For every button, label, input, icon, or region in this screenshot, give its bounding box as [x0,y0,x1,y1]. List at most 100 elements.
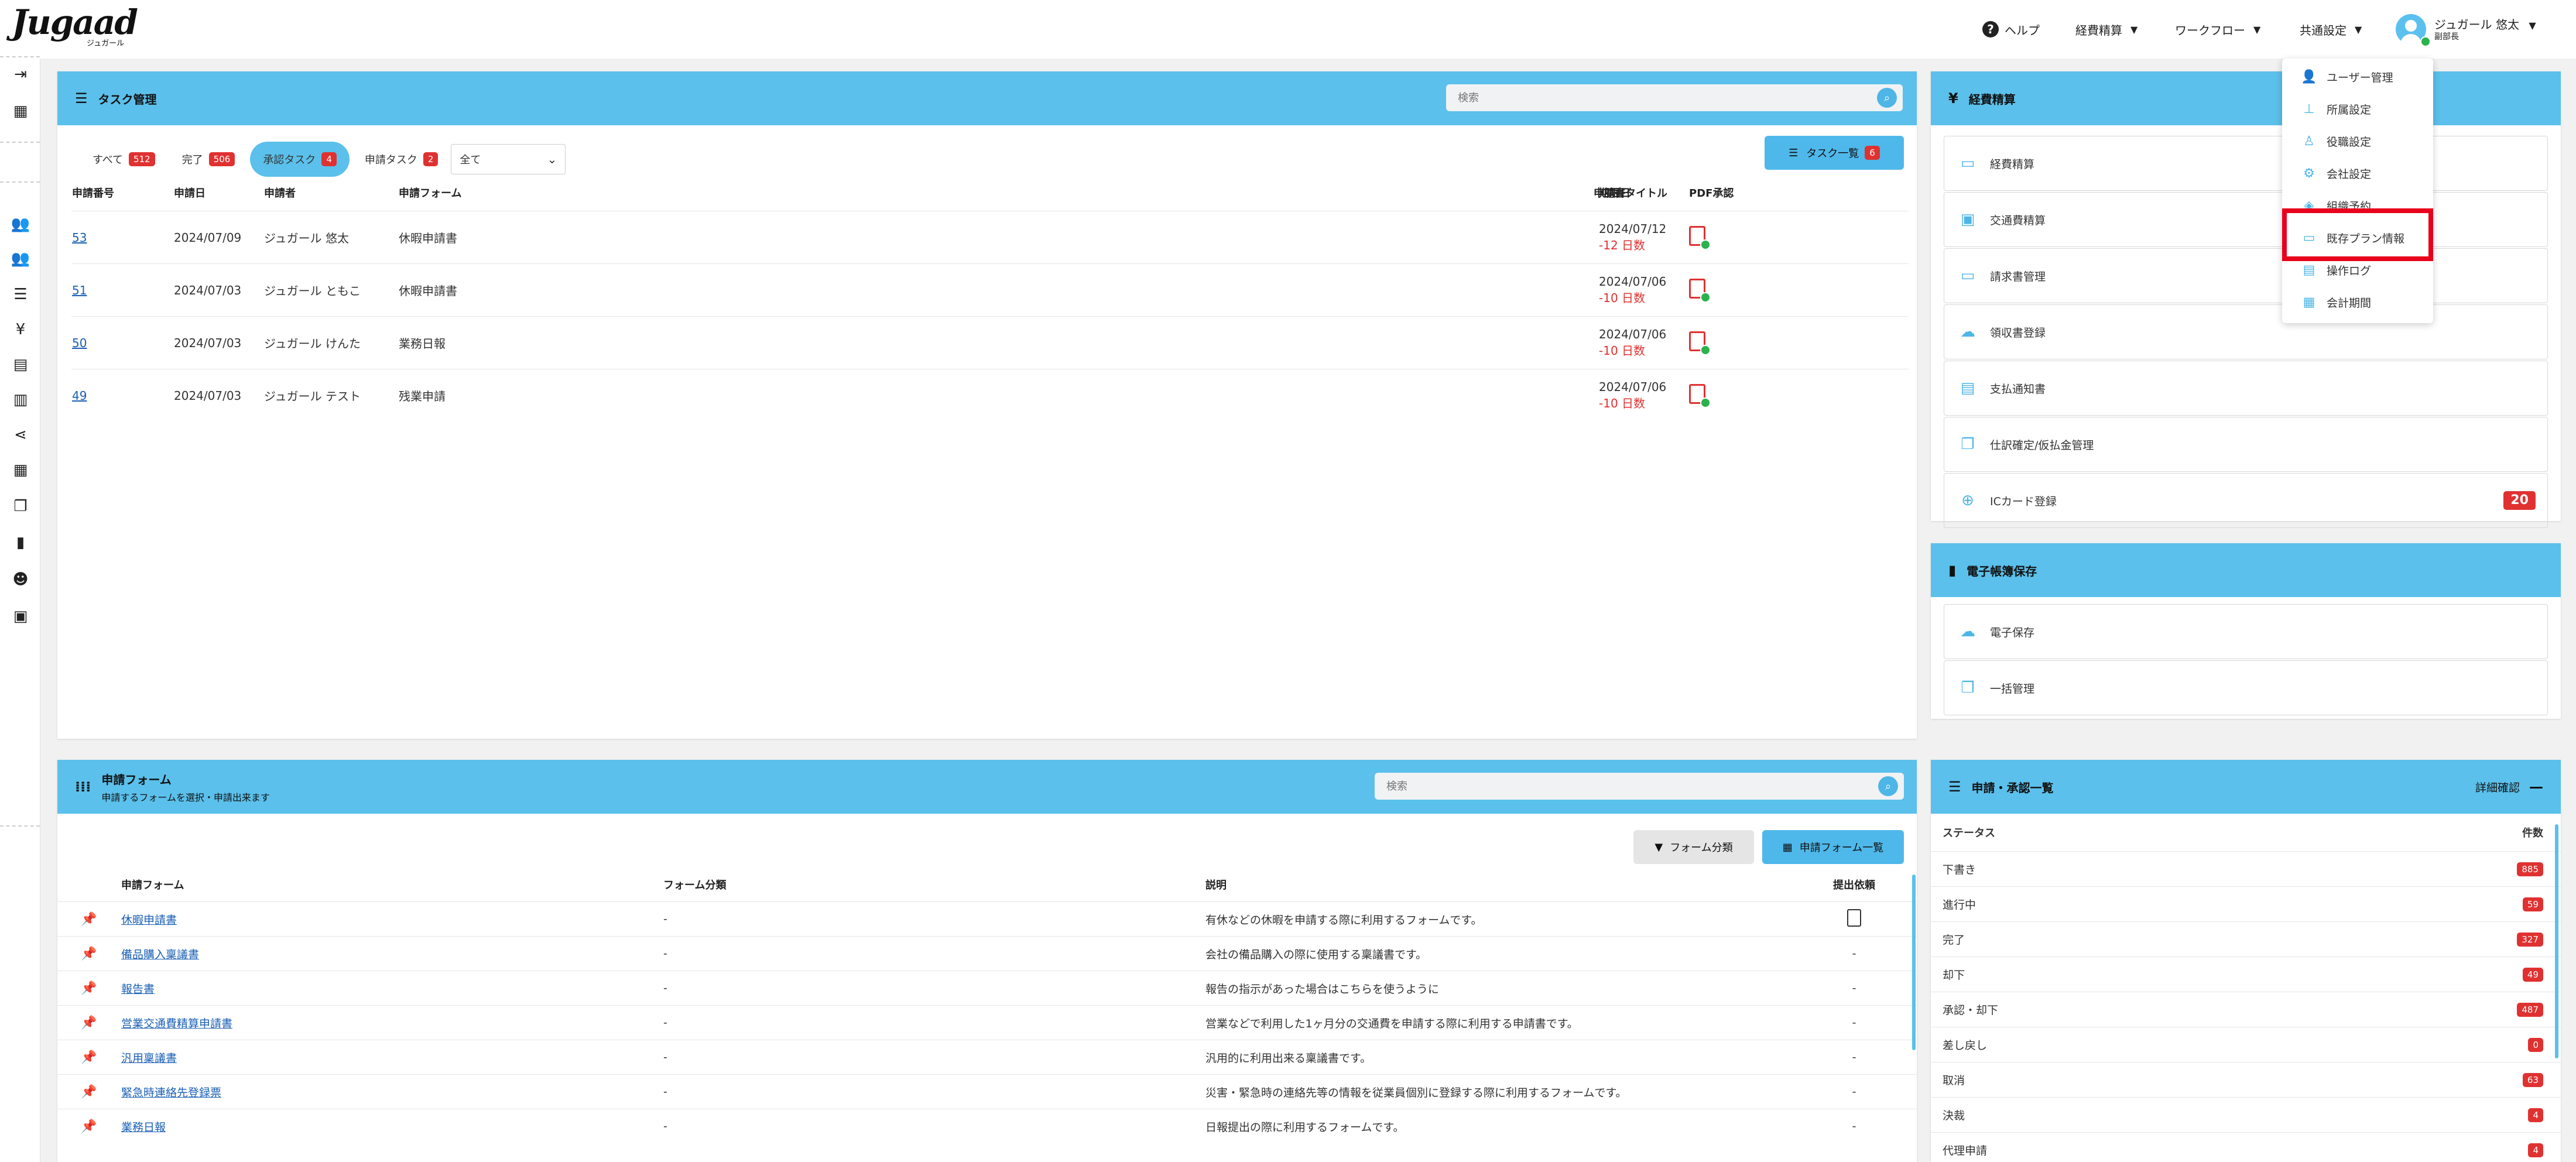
share-icon[interactable]: ⋖ [12,426,29,444]
status-row[interactable]: 下書き 885 [1931,851,2561,886]
status-row[interactable]: 取消 63 [1931,1062,2561,1097]
pin-icon[interactable]: 📌 [81,912,97,927]
form-link[interactable]: 報告書 [121,983,155,996]
form-list-button[interactable]: ▦ 申請フォーム一覧 [1762,830,1904,864]
users-icon[interactable]: 👥 [11,215,30,233]
status-scrollbar[interactable] [2555,824,2558,1058]
card-icon: ▭ [2303,231,2315,245]
search-icon[interactable]: ⌕ [1878,776,1898,796]
status-row[interactable]: 差し戻し 0 [1931,1027,2561,1062]
menu-organization[interactable]: ◈ 組織予約 [2282,190,2433,222]
menu-payment-notice[interactable]: ▤ 支払通知書 [1944,361,2548,416]
copy-icon[interactable]: ❐ [12,498,29,515]
pin-icon[interactable]: 📌 [81,947,97,961]
table-row[interactable]: 50 2024/07/03 ジュガール けんた 業務日報 2024/07/06 -… [71,316,1909,369]
workflow-menu[interactable]: ワークフロー ▼ [2175,16,2260,42]
expense-menu[interactable]: 経費精算 ▼ [2075,16,2137,42]
menu-user-management[interactable]: 👤 ユーザー管理 [2282,61,2433,93]
user-group-icon[interactable]: 👥 [11,250,30,268]
status-row[interactable]: 完了 327 [1931,921,2561,957]
menu-company-settings[interactable]: ⚙ 会社設定 [2282,157,2433,190]
form-link[interactable]: 休暇申請書 [121,914,177,927]
count-badge: 327 [2517,932,2543,947]
pin-icon[interactable]: 📌 [81,1119,97,1134]
form-link[interactable]: 業務日報 [121,1121,166,1134]
pin-icon[interactable]: 📌 [81,981,97,996]
table-row[interactable]: 📌 休暇申請書 - 有休などの休暇を申請する際に利用するフォームです。 [57,902,1917,937]
user-menu[interactable]: ジュガール 悠太 ▼ 副部長 [2396,14,2536,47]
pin-icon[interactable]: 📌 [81,1016,97,1030]
document-icon[interactable]: ▤ [12,356,29,373]
table-scrollbar[interactable] [1912,875,1916,1050]
menu-role-settings[interactable]: ♙ 役職設定 [2282,125,2433,157]
status-row[interactable]: 代理申請 4 [1931,1132,2561,1162]
pdf-approve-icon[interactable] [1689,226,1711,250]
calculator-icon[interactable]: ▦ [12,102,29,120]
collapse-minus-icon[interactable]: — [2529,779,2543,795]
menu-receipt-registration[interactable]: ☁ 領収書登録 [1944,304,2548,359]
menu-operation-log[interactable]: ▤ 操作ログ [2282,254,2433,286]
status-row[interactable]: 決裁 4 [1931,1097,2561,1132]
menu-electronic-storage[interactable]: ☁ 電子保存 [1944,604,2548,659]
status-row[interactable]: 進行中 59 [1931,886,2561,921]
status-row[interactable]: 承認・却下 487 [1931,992,2561,1027]
tab-all[interactable]: すべて 512 [87,152,161,167]
wallet-icon[interactable]: ▣ [12,608,29,625]
task-filter-select[interactable]: 全て ⌄ [451,144,566,174]
menu-accounting-period[interactable]: ▦ 会計期間 [2282,286,2433,318]
table-row[interactable]: 📌 営業交通費精算申請書 - 営業などで利用した1ヶ月分の交通費を申請する際に利… [57,1005,1917,1040]
form-link[interactable]: 営業交通費精算申請書 [121,1017,232,1030]
menu-expense-settlement[interactable]: ▭ 経費精算 [1944,136,2548,191]
table-row[interactable]: 📌 緊急時連絡先登録票 - 災害・緊急時の連絡先等の情報を従業員個別に登録する際… [57,1074,1917,1109]
pdf-approve-icon[interactable] [1689,384,1711,408]
form-link[interactable]: 汎用稟議書 [121,1052,177,1065]
detail-link[interactable]: 詳細確認 [2475,779,2520,795]
pdf-approve-icon[interactable] [1689,279,1711,303]
application-number-link[interactable]: 49 [72,389,87,403]
application-number-link[interactable]: 51 [72,283,87,297]
menu-invoice-management[interactable]: ▭ 請求書管理 [1944,248,2548,303]
expense-panel-header: ¥ 経費精算 [1931,71,2561,125]
table-row[interactable]: 📌 業務日報 - 日報提出の際に利用するフォームです。 - [57,1109,1917,1143]
table-row[interactable]: 49 2024/07/03 ジュガール テスト 残業申請 2024/07/06 -… [71,369,1909,421]
help-menu[interactable]: ? ヘルプ [1982,16,2040,42]
col-header: 申請日 [174,187,205,200]
receipt-icon[interactable]: ▥ [12,391,29,409]
table-row[interactable]: 📌 報告書 - 報告の指示があった場合はこちらを使うように - [57,971,1917,1006]
collapse-icon[interactable]: ⇥ [12,66,29,83]
menu-journal-confirm[interactable]: ❐ 仕訳確定/仮払金管理 [1944,417,2548,472]
common-settings-menu[interactable]: 共通設定 ▼ [2300,16,2362,42]
pin-icon[interactable]: 📌 [81,1050,97,1065]
status-row[interactable]: 却下 49 [1931,957,2561,992]
menu-bulk-management[interactable]: ❐ 一括管理 [1944,660,2548,715]
task-list-button[interactable]: ☰ タスク一覧 6 [1765,136,1904,170]
pin-icon[interactable]: 📌 [81,1085,97,1099]
tab-approval-tasks[interactable]: 承認タスク 4 [250,142,350,177]
form-search-input[interactable] [1375,779,1878,793]
pdf-approve-icon[interactable] [1689,331,1711,355]
yen-icon[interactable]: ¥ [12,321,29,338]
form-link[interactable]: 緊急時連絡先登録票 [121,1086,221,1099]
form-category-button[interactable]: ▼ フォーム分類 [1633,830,1754,864]
application-number-link[interactable]: 53 [72,231,87,245]
menu-affiliation-settings[interactable]: ⊥ 所属設定 [2282,93,2433,125]
form-link[interactable]: 備品購入稟議書 [121,948,199,961]
file-icon[interactable]: ▮ [12,534,29,551]
task-search-input[interactable] [1446,91,1877,105]
submit-request-icon[interactable] [1847,909,1861,927]
table-icon[interactable]: ▦ [12,461,29,479]
menu-transport-expense[interactable]: ▣ 交通費精算 [1944,192,2548,247]
app-logo[interactable]: Jugaad ジュガール [12,5,138,48]
menu-current-plan-info[interactable]: ▭ 既存プラン情報 [2282,222,2433,254]
list-icon[interactable]: ☰ [12,286,29,303]
table-row[interactable]: 53 2024/07/09 ジュガール 悠太 休暇申請書 2024/07/12 -… [71,211,1909,264]
support-icon[interactable]: ☻ [12,571,29,588]
table-row[interactable]: 📌 備品購入稟議書 - 会社の備品購入の際に使用する稟議書です。 - [57,936,1917,971]
tab-completed[interactable]: 完了 506 [176,152,241,167]
search-icon[interactable]: ⌕ [1877,88,1897,108]
application-number-link[interactable]: 50 [72,336,87,350]
tab-application-tasks[interactable]: 申請タスク 2 [359,152,444,167]
table-row[interactable]: 📌 汎用稟議書 - 汎用的に利用出来る稟議書です。 - [57,1040,1917,1075]
table-row[interactable]: 51 2024/07/03 ジュガール ともこ 休暇申請書 2024/07/06… [71,263,1909,317]
menu-ic-card[interactable]: ⊕ ICカード登録 20 [1944,473,2548,528]
